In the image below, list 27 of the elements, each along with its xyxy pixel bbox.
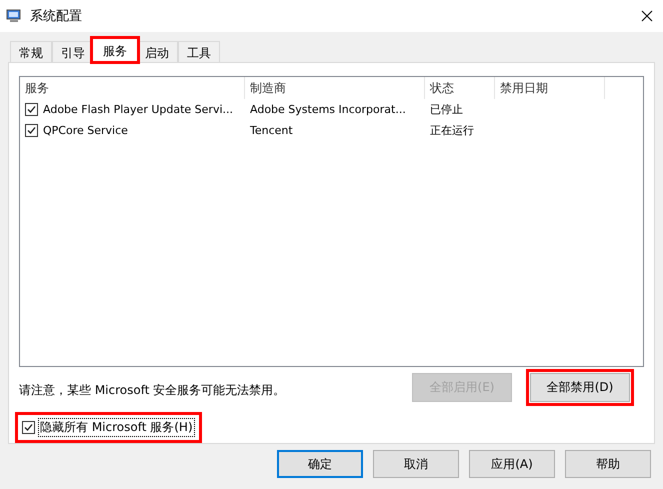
checkbox-label[interactable]: 隐藏所有 Microsoft 服务(H) <box>38 418 195 437</box>
monitor-icon <box>6 8 22 24</box>
checkbox[interactable] <box>22 421 35 434</box>
column-header[interactable]: 制造商 <box>245 77 425 99</box>
window-title: 系统配置 <box>30 8 83 25</box>
checkbox[interactable] <box>25 124 38 137</box>
dialog-button[interactable]: 帮助 <box>565 450 651 478</box>
checkbox[interactable] <box>25 103 38 116</box>
tab[interactable]: 工具 <box>178 41 220 62</box>
table-cell: Adobe Flash Player Update Servi... <box>43 103 234 116</box>
tab[interactable]: 常规 <box>10 41 52 62</box>
tab[interactable]: 服务 <box>92 38 138 62</box>
hide-services-option[interactable]: 隐藏所有 Microsoft 服务(H) <box>19 416 198 439</box>
dialog-button[interactable]: 取消 <box>373 450 459 478</box>
table-cell: 已停止 <box>430 102 463 117</box>
dialog-button[interactable]: 应用(A) <box>469 450 555 478</box>
list-button[interactable]: 全部禁用(D) <box>530 373 630 402</box>
column-header[interactable]: 禁用日期 <box>495 77 605 99</box>
dialog-button[interactable]: 确定 <box>277 450 363 478</box>
column-header[interactable]: 状态 <box>425 77 495 99</box>
table-cell: Tencent <box>250 124 293 137</box>
table-cell: Adobe Systems Incorporat... <box>250 103 406 116</box>
column-header[interactable]: 服务 <box>20 77 245 99</box>
table-cell: QPCore Service <box>43 124 128 137</box>
close-icon[interactable] <box>641 10 653 22</box>
table-cell: 正在运行 <box>430 123 474 138</box>
note-text: 请注意，某些 Microsoft 安全服务可能无法禁用。 <box>19 382 286 399</box>
